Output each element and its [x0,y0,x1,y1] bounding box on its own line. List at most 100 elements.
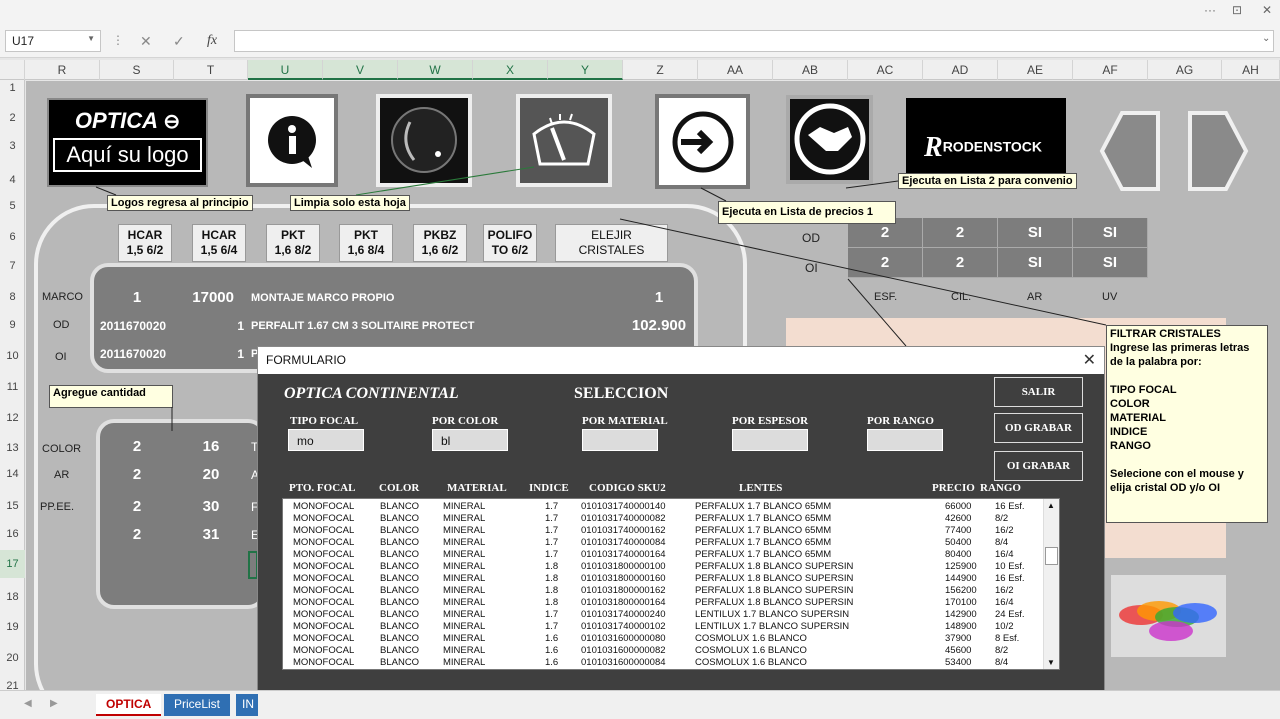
scroll-thumb[interactable] [1045,547,1058,565]
list-cell: MINERAL [443,501,486,512]
expand-formula-icon[interactable]: ⌄ [1262,33,1270,44]
tab-scroll-left-icon[interactable]: ◀ [24,698,32,709]
row-header[interactable]: 17 [0,550,25,578]
row-header[interactable]: 16 [0,528,25,540]
tab-pricelist[interactable]: PriceList [164,694,231,716]
row-header[interactable]: 2 [0,112,25,124]
list-cell: LENTILUX 1.7 BLANCO SUPERSIN [695,609,850,620]
list-cell: 16 Esf. [995,501,1025,512]
name-box[interactable]: U17 ▼ [5,30,101,52]
oi-grabar-button[interactable]: OI GRABAR [994,451,1083,481]
column-header[interactable]: X [473,60,548,80]
list-item[interactable]: MONOFOCAL BLANCO MINERAL 1.7 010103174000024… [283,609,1043,621]
more-options-icon[interactable]: ··· [1204,3,1216,17]
column-header[interactable]: V [323,60,398,80]
list-cell: 0101031740000082 [581,513,666,524]
chevron-down-icon[interactable]: ▼ [87,34,95,43]
row-header[interactable]: 6 [0,231,25,243]
list-item[interactable]: MONOFOCAL BLANCO MINERAL 1.7 010103174000010… [283,621,1043,633]
row-header[interactable]: 19 [0,621,25,633]
close-icon[interactable]: ✕ [1083,350,1096,370]
row-header[interactable]: 18 [0,591,25,603]
list-cell: PERFALUX 1.7 BLANCO 65MM [695,549,832,560]
column-header[interactable]: Y [548,60,623,80]
row-header[interactable]: 13 [0,442,25,454]
column-header[interactable]: AF [1073,60,1148,80]
row-header[interactable]: 1 [0,82,25,94]
list-item[interactable]: MONOFOCAL BLANCO MINERAL 1.7 010103174000016… [283,549,1043,561]
list-cell: 142900 [945,609,977,620]
scroll-down-icon[interactable]: ▼ [1047,658,1055,667]
list-scrollbar[interactable]: ▲ ▼ [1043,499,1059,669]
row-header[interactable]: 11 [0,381,25,393]
column-header[interactable]: Z [623,60,698,80]
list-cell: 0101031800000100 [581,561,666,572]
filter-input-rango[interactable] [867,429,943,451]
column-header[interactable]: AG [1148,60,1222,80]
select-all-corner[interactable] [0,60,25,80]
column-header[interactable]: AE [998,60,1073,80]
list-cell: MINERAL [443,537,486,548]
list-cell: COSMOLUX 1.6 BLANCO [695,645,807,656]
tab-in[interactable]: IN [236,694,258,716]
row-header[interactable]: 15 [0,500,25,512]
row-header[interactable]: 10 [0,350,25,362]
column-header[interactable]: T [174,60,248,80]
restore-icon[interactable]: ⊡ [1232,3,1242,17]
list-cell: COSMOLUX 1.6 BLANCO [695,657,807,668]
list-cell: MONOFOCAL [293,585,355,596]
enter-icon[interactable]: ✓ [173,33,185,50]
row-header[interactable]: 14 [0,468,25,480]
close-icon[interactable]: ✕ [1262,3,1272,17]
column-header[interactable]: AB [773,60,848,80]
list-item[interactable]: MONOFOCAL BLANCO MINERAL 1.8 010103180000016… [283,585,1043,597]
list-item[interactable]: MONOFOCAL BLANCO MINERAL 1.8 010103180000010… [283,561,1043,573]
column-header[interactable]: S [100,60,174,80]
list-item[interactable]: MONOFOCAL BLANCO MINERAL 1.8 010103180000016… [283,597,1043,609]
tab-optica[interactable]: OPTICA [96,694,162,716]
row-header[interactable]: 8 [0,291,25,303]
function-icon[interactable]: fx [207,33,217,49]
row-header[interactable]: 3 [0,140,25,152]
column-header[interactable]: AA [698,60,773,80]
list-cell: 16/4 [995,597,1014,608]
list-cell: 148900 [945,621,977,632]
formula-input[interactable] [234,30,1274,52]
list-item[interactable]: MONOFOCAL BLANCO MINERAL 1.7 010103174000014… [283,501,1043,513]
list-item[interactable]: MONOFOCAL BLANCO MINERAL 1.6 010103160000008… [283,657,1043,669]
column-header[interactable]: W [398,60,473,80]
row-header[interactable]: 5 [0,200,25,212]
list-item[interactable]: MONOFOCAL BLANCO MINERAL 1.7 010103174000008… [283,537,1043,549]
column-header[interactable]: AH [1222,60,1280,80]
list-cell: 0101031740000240 [581,609,666,620]
filter-input-focal[interactable]: mo [288,429,364,451]
list-item[interactable]: MONOFOCAL BLANCO MINERAL 1.7 010103174000008… [283,513,1043,525]
row-header[interactable]: 9 [0,319,25,331]
column-header[interactable]: AC [848,60,923,80]
list-cell: MONOFOCAL [293,645,355,656]
filter-input-material[interactable] [582,429,658,451]
row-header[interactable]: 7 [0,260,25,272]
row-header[interactable]: 12 [0,412,25,424]
list-item[interactable]: MONOFOCAL BLANCO MINERAL 1.6 010103160000008… [283,633,1043,645]
list-cell: 1.7 [545,525,559,536]
salir-button[interactable]: SALIR [994,377,1083,407]
row-header[interactable]: 4 [0,174,25,186]
cancel-icon[interactable]: ✕ [140,33,152,50]
column-header[interactable]: U [248,60,323,80]
list-item[interactable]: MONOFOCAL BLANCO MINERAL 1.8 010103180000016… [283,573,1043,585]
list-cell: 0101031740000102 [581,621,666,632]
row-header[interactable]: 20 [0,652,25,664]
od-grabar-button[interactable]: OD GRABAR [994,413,1083,443]
column-header[interactable]: R [25,60,100,80]
column-header[interactable]: AD [923,60,998,80]
tab-scroll-right-icon[interactable]: ▶ [50,698,58,709]
list-cell: 8/2 [995,513,1009,524]
scroll-up-icon[interactable]: ▲ [1047,501,1055,510]
list-item[interactable]: MONOFOCAL BLANCO MINERAL 1.6 010103160000008… [283,645,1043,657]
list-item[interactable]: MONOFOCAL BLANCO MINERAL 1.7 010103174000016… [283,525,1043,537]
filter-input-espesor[interactable] [732,429,808,451]
filter-input-color[interactable]: bl [432,429,508,451]
list-cell: MONOFOCAL [293,621,355,632]
lens-listbox[interactable]: MONOFOCAL BLANCO MINERAL 1.7 010103174000014… [282,498,1060,670]
